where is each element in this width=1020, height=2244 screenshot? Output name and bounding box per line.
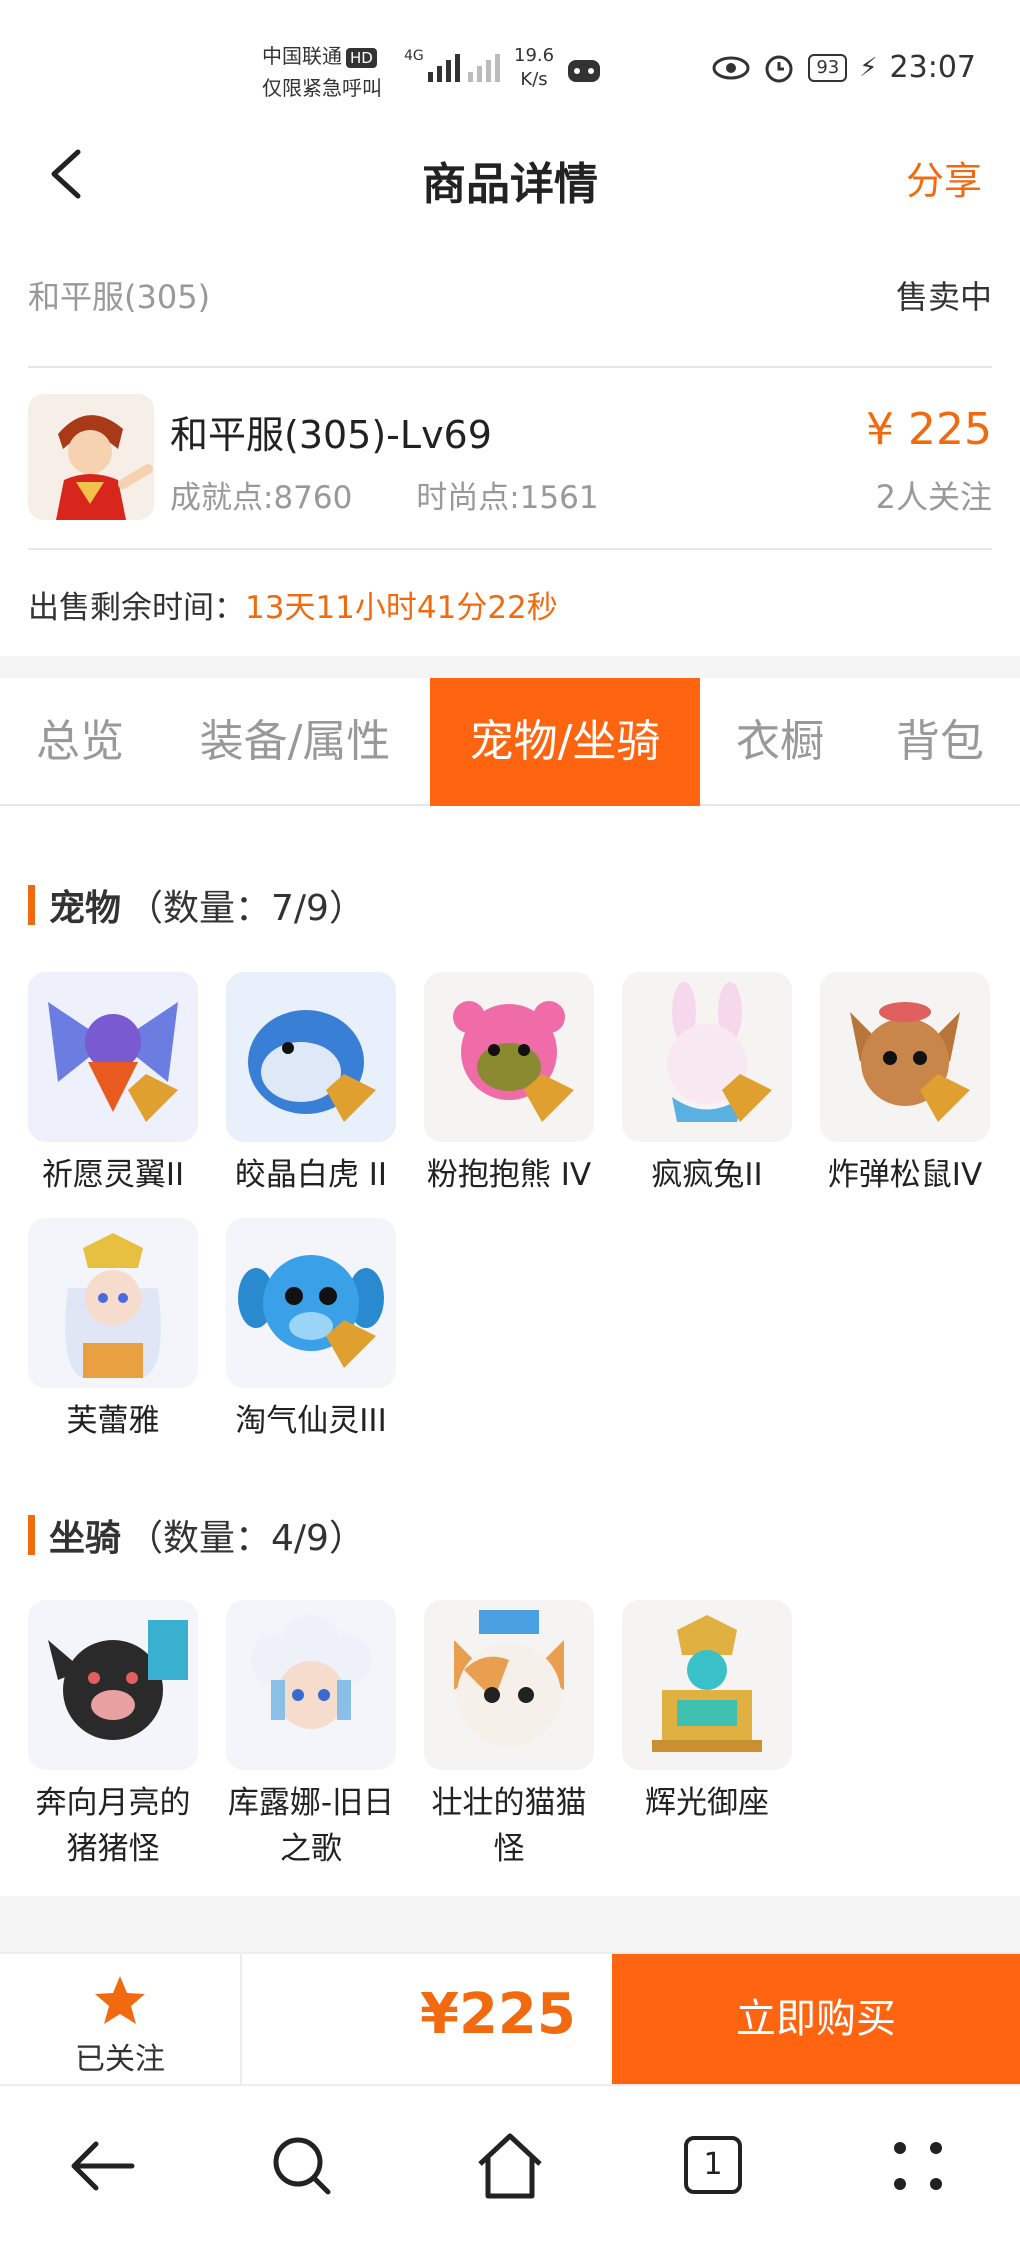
white-tiger-icon bbox=[226, 972, 396, 1142]
speed-unit: K/s bbox=[520, 69, 548, 90]
mount-item[interactable]: 奔向月亮的猪猪怪 bbox=[28, 1600, 198, 1872]
battery-level: 93 bbox=[808, 53, 848, 82]
cat-icon bbox=[424, 1600, 594, 1770]
emergency-only-label: 仅限紧急呼叫 bbox=[262, 76, 382, 100]
tab-bar: 总览 装备/属性 宠物/坐骑 衣橱 背包 bbox=[0, 678, 1020, 806]
product-card[interactable]: 和平服(305)-Lv69 成就点:8760 时尚点:1561 ¥ 225 2人… bbox=[28, 394, 992, 522]
fashion-points: 时尚点:1561 bbox=[416, 480, 599, 516]
page-title: 商品详情 bbox=[422, 159, 598, 210]
mounts-title: 坐骑 bbox=[49, 1518, 122, 1559]
tab-wardrobe[interactable]: 衣橱 bbox=[700, 678, 860, 806]
pet-name: 皎晶白虎 II bbox=[234, 1157, 388, 1193]
network-speed: 19.6 K/s bbox=[514, 44, 554, 92]
throne-icon bbox=[622, 1600, 792, 1770]
hd-badge: HD bbox=[346, 48, 377, 68]
status-right: 93 ⚡ 23:07 bbox=[712, 50, 976, 85]
buy-now-button[interactable]: 立即购买 bbox=[612, 1954, 1020, 2084]
pet-name: 淘气仙灵III bbox=[235, 1403, 387, 1439]
tab-backpack[interactable]: 背包 bbox=[860, 678, 1020, 806]
eye-icon bbox=[712, 56, 750, 79]
system-nav-bar: 1 bbox=[0, 2084, 1020, 2244]
pink-bear-icon bbox=[424, 972, 594, 1142]
mount-name: 壮壮的猫猫怪 bbox=[431, 1785, 587, 1867]
star-icon bbox=[95, 1976, 145, 2024]
character-avatar bbox=[28, 394, 154, 520]
bottom-price: ¥225 bbox=[420, 1982, 576, 2047]
tab-pets-mounts[interactable]: 宠物/坐骑 bbox=[430, 678, 700, 806]
game-controller-icon bbox=[568, 60, 600, 82]
nav-bar: 商品详情 分享 bbox=[0, 120, 1020, 230]
mount-item[interactable]: 壮壮的猫猫怪 bbox=[424, 1600, 594, 1872]
sheep-girl-icon bbox=[226, 1600, 396, 1770]
product-title: 和平服(305)-Lv69 bbox=[170, 413, 492, 457]
server-row: 和平服(305) 售卖中 bbox=[28, 272, 992, 332]
server-name: 和平服(305) bbox=[28, 278, 211, 316]
share-button[interactable]: 分享 bbox=[906, 150, 982, 205]
divider bbox=[28, 366, 992, 368]
blue-sprite-icon bbox=[226, 1218, 396, 1388]
status-bar: 中国联通 HD 仅限紧急呼叫 4G 19.6 K/s 93 ⚡ 23:07 bbox=[0, 0, 1020, 120]
network-type: 4G bbox=[404, 48, 424, 64]
pet-item[interactable]: 芙蕾雅 bbox=[28, 1218, 198, 1444]
squirrel-icon bbox=[820, 972, 990, 1142]
carrier-name: 中国联通 bbox=[262, 44, 342, 68]
clock: 23:07 bbox=[889, 50, 976, 85]
signal-strength-icon: 4G bbox=[404, 48, 460, 82]
alarm-icon bbox=[765, 55, 793, 82]
tab-overview[interactable]: 总览 bbox=[0, 678, 160, 806]
tab-equipment[interactable]: 装备/属性 bbox=[160, 678, 430, 806]
tab-count: 1 bbox=[684, 2136, 742, 2194]
product-price: ¥ 225 bbox=[866, 404, 992, 455]
pet-name: 粉抱抱熊 IV bbox=[426, 1157, 592, 1193]
divider bbox=[28, 548, 992, 550]
signal-strength-2-icon bbox=[468, 48, 500, 82]
pet-item[interactable]: 炸弹松鼠IV bbox=[820, 972, 990, 1198]
mount-name: 库露娜-旧日之歌 bbox=[227, 1785, 395, 1867]
followed-label: 已关注 bbox=[75, 2042, 165, 2077]
pet-item[interactable]: 祈愿灵翼II bbox=[28, 972, 198, 1198]
mount-item[interactable]: 库露娜-旧日之歌 bbox=[226, 1600, 396, 1872]
pet-name: 祈愿灵翼II bbox=[41, 1157, 185, 1193]
pets-section-title: 宠物 （数量：7/9） bbox=[28, 880, 365, 930]
search-icon[interactable] bbox=[262, 2126, 342, 2206]
section-spacer bbox=[0, 656, 1020, 678]
remaining-time-value: 13天11小时41分22秒 bbox=[245, 590, 558, 626]
speed-value: 19.6 bbox=[514, 45, 555, 66]
pets-title: 宠物 bbox=[49, 888, 122, 929]
character-avatar-icon bbox=[28, 394, 154, 520]
fairy-icon bbox=[28, 1218, 198, 1388]
tabs-button[interactable]: 1 bbox=[674, 2126, 754, 2206]
pet-item[interactable]: 疯疯兔II bbox=[622, 972, 792, 1198]
pets-count: （数量：7/9） bbox=[127, 888, 365, 929]
more-icon[interactable] bbox=[878, 2126, 958, 2206]
griffin-icon bbox=[28, 972, 198, 1142]
pet-item[interactable]: 皎晶白虎 II bbox=[226, 972, 396, 1198]
charging-icon: ⚡ bbox=[859, 52, 878, 83]
bottom-action-bar: 已关注 ¥225 立即购买 bbox=[0, 1952, 1020, 2084]
follower-count: 2人关注 bbox=[875, 478, 992, 516]
home-icon[interactable] bbox=[470, 2126, 550, 2206]
achievement-points: 成就点:8760 bbox=[170, 480, 353, 516]
mounts-count: （数量：4/9） bbox=[127, 1518, 365, 1559]
mount-name: 辉光御座 bbox=[645, 1785, 769, 1821]
sale-status: 售卖中 bbox=[895, 278, 992, 316]
mounts-section-title: 坐骑 （数量：4/9） bbox=[28, 1510, 365, 1560]
browser-back-icon[interactable] bbox=[62, 2126, 142, 2206]
mount-item[interactable]: 辉光御座 bbox=[622, 1600, 792, 1826]
follow-button[interactable]: 已关注 bbox=[0, 1954, 242, 2084]
remaining-time-label: 出售剩余时间： bbox=[28, 590, 245, 626]
pet-name: 芙蕾雅 bbox=[66, 1403, 160, 1439]
rabbit-icon bbox=[622, 972, 792, 1142]
section-spacer bbox=[0, 1896, 1020, 1952]
carrier-info: 中国联通 HD 仅限紧急呼叫 bbox=[262, 40, 382, 104]
product-stats: 成就点:8760 时尚点:1561 bbox=[170, 472, 653, 517]
pet-name: 炸弹松鼠IV bbox=[827, 1157, 983, 1193]
pet-item[interactable]: 粉抱抱熊 IV bbox=[424, 972, 594, 1198]
remaining-time: 出售剩余时间：13天11小时41分22秒 bbox=[28, 582, 558, 627]
pig-icon bbox=[28, 1600, 198, 1770]
pet-name: 疯疯兔II bbox=[651, 1157, 763, 1193]
pet-item[interactable]: 淘气仙灵III bbox=[226, 1218, 396, 1444]
mount-name: 奔向月亮的猪猪怪 bbox=[35, 1785, 191, 1867]
